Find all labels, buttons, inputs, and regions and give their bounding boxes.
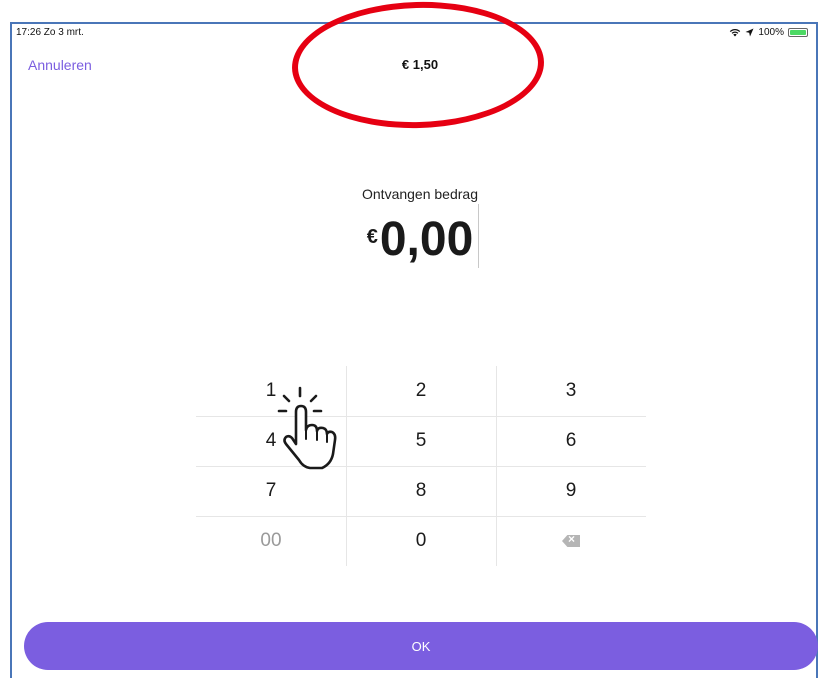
key-8[interactable]: 8 [346,466,496,516]
key-6[interactable]: 6 [496,416,646,466]
key-7[interactable]: 7 [196,466,346,516]
battery-percent: 100% [758,27,784,38]
key-0[interactable]: 0 [346,516,496,566]
numeric-keypad: 1 2 3 4 5 6 7 8 9 00 0 [196,366,646,566]
tap-gesture-hand-icon [277,386,337,470]
key-2[interactable]: 2 [346,366,496,416]
currency-symbol: € [366,226,378,248]
location-arrow-icon [745,28,754,37]
battery-fill [790,30,806,35]
received-amount-label: Ontvangen bedrag [362,186,478,202]
wifi-icon [730,28,741,37]
text-cursor [478,204,479,268]
key-9[interactable]: 9 [496,466,646,516]
status-indicators: 100% [729,27,808,38]
received-amount-field[interactable]: €0,00 [330,212,510,272]
battery-icon [788,28,808,37]
backspace-icon [562,535,580,547]
cancel-button[interactable]: Annuleren [28,57,92,73]
key-5[interactable]: 5 [346,416,496,466]
backspace-button[interactable] [496,516,646,566]
key-double-zero[interactable]: 00 [196,516,346,566]
ok-button[interactable]: OK [24,622,818,670]
status-time: 17:26 Zo 3 mrt. [16,27,84,38]
key-3[interactable]: 3 [496,366,646,416]
received-amount-value: 0,00 [379,213,474,266]
